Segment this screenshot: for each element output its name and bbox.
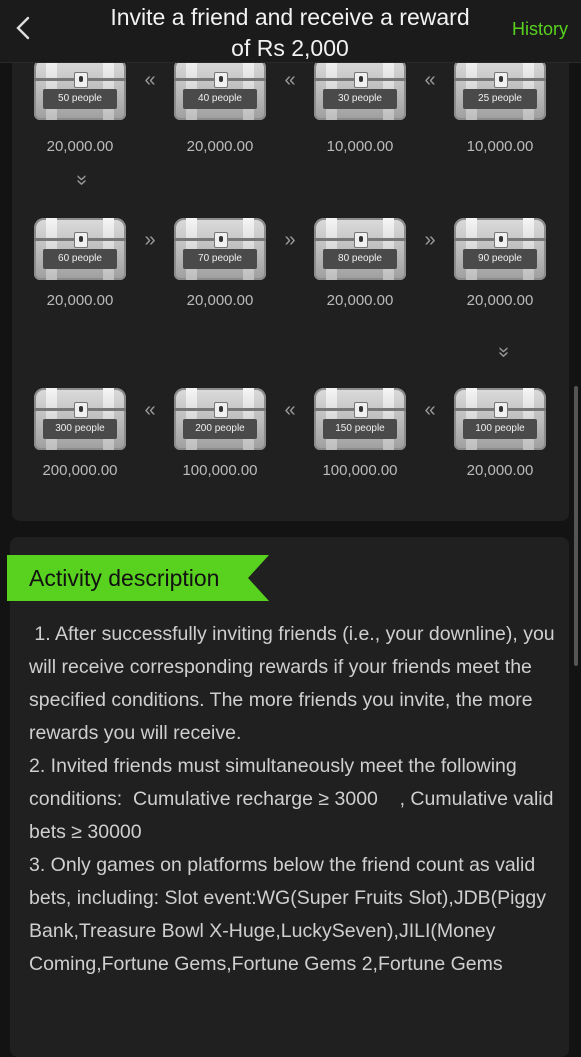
direction-arrow-icon: »	[144, 229, 156, 251]
down-arrow-icon: »	[493, 346, 515, 358]
treasure-chest-icon[interactable]: 25 people	[452, 58, 548, 120]
chest-people-label: 90 people	[463, 249, 537, 269]
treasure-chest-icon[interactable]: 60 people	[32, 218, 128, 280]
page-title: Invite a friend and receive a reward of …	[110, 4, 470, 61]
direction-arrow-icon: «	[284, 69, 296, 91]
chest-reward-amount: 20,000.00	[466, 462, 534, 479]
chest-reward-amount: 100,000.00	[322, 462, 398, 479]
treasure-chest-icon[interactable]: 100 people	[452, 388, 548, 450]
chest-reward-amount: 100,000.00	[182, 462, 258, 479]
history-link[interactable]: History	[512, 19, 568, 40]
top-bar: Invite a friend and receive a reward of …	[0, 0, 581, 63]
direction-arrow-icon: «	[424, 69, 436, 91]
chest-reward-amount: 20,000.00	[186, 292, 254, 309]
chest-reward-amount: 20,000.00	[46, 138, 114, 155]
direction-arrow-icon: «	[144, 69, 156, 91]
chevron-left-icon	[16, 16, 30, 40]
activity-description-tag: Activity description	[7, 555, 269, 601]
treasure-chest-icon[interactable]: 200 people	[172, 388, 268, 450]
chest-people-label: 60 people	[43, 249, 117, 269]
chest-people-label: 200 people	[183, 419, 257, 439]
down-arrow-icon: »	[71, 174, 93, 186]
chest-reward-amount: 10,000.00	[466, 138, 534, 155]
chest-reward-amount: 20,000.00	[186, 138, 254, 155]
direction-arrow-icon: «	[284, 399, 296, 421]
treasure-chest-icon[interactable]: 30 people	[312, 58, 408, 120]
chest-reward-amount: 200,000.00	[42, 462, 118, 479]
activity-description-text: 1. After successfully inviting friends (…	[29, 623, 555, 975]
treasure-chest-icon[interactable]: 80 people	[312, 218, 408, 280]
treasure-chest-icon[interactable]: 300 people	[32, 388, 128, 450]
scrollbar[interactable]	[574, 386, 578, 666]
treasure-chest-icon[interactable]: 70 people	[172, 218, 268, 280]
direction-arrow-icon: «	[424, 399, 436, 421]
treasure-chest-icon[interactable]: 150 people	[312, 388, 408, 450]
chest-people-label: 25 people	[463, 89, 537, 109]
back-button[interactable]	[10, 10, 40, 46]
direction-arrow-icon: »	[284, 229, 296, 251]
direction-arrow-icon: »	[424, 229, 436, 251]
chest-people-label: 150 people	[323, 419, 397, 439]
chest-people-label: 70 people	[183, 249, 257, 269]
chest-people-label: 300 people	[43, 419, 117, 439]
chest-people-label: 40 people	[183, 89, 257, 109]
direction-arrow-icon: «	[144, 399, 156, 421]
chest-reward-amount: 20,000.00	[46, 292, 114, 309]
chest-reward-amount: 10,000.00	[326, 138, 394, 155]
chest-people-label: 30 people	[323, 89, 397, 109]
chest-people-label: 100 people	[463, 419, 537, 439]
treasure-chest-icon[interactable]: 50 people	[32, 58, 128, 120]
treasure-chest-icon[interactable]: 40 people	[172, 58, 268, 120]
chest-reward-amount: 20,000.00	[466, 292, 534, 309]
chest-reward-amount: 20,000.00	[326, 292, 394, 309]
treasure-chest-icon[interactable]: 90 people	[452, 218, 548, 280]
chest-people-label: 50 people	[43, 89, 117, 109]
chest-people-label: 80 people	[323, 249, 397, 269]
